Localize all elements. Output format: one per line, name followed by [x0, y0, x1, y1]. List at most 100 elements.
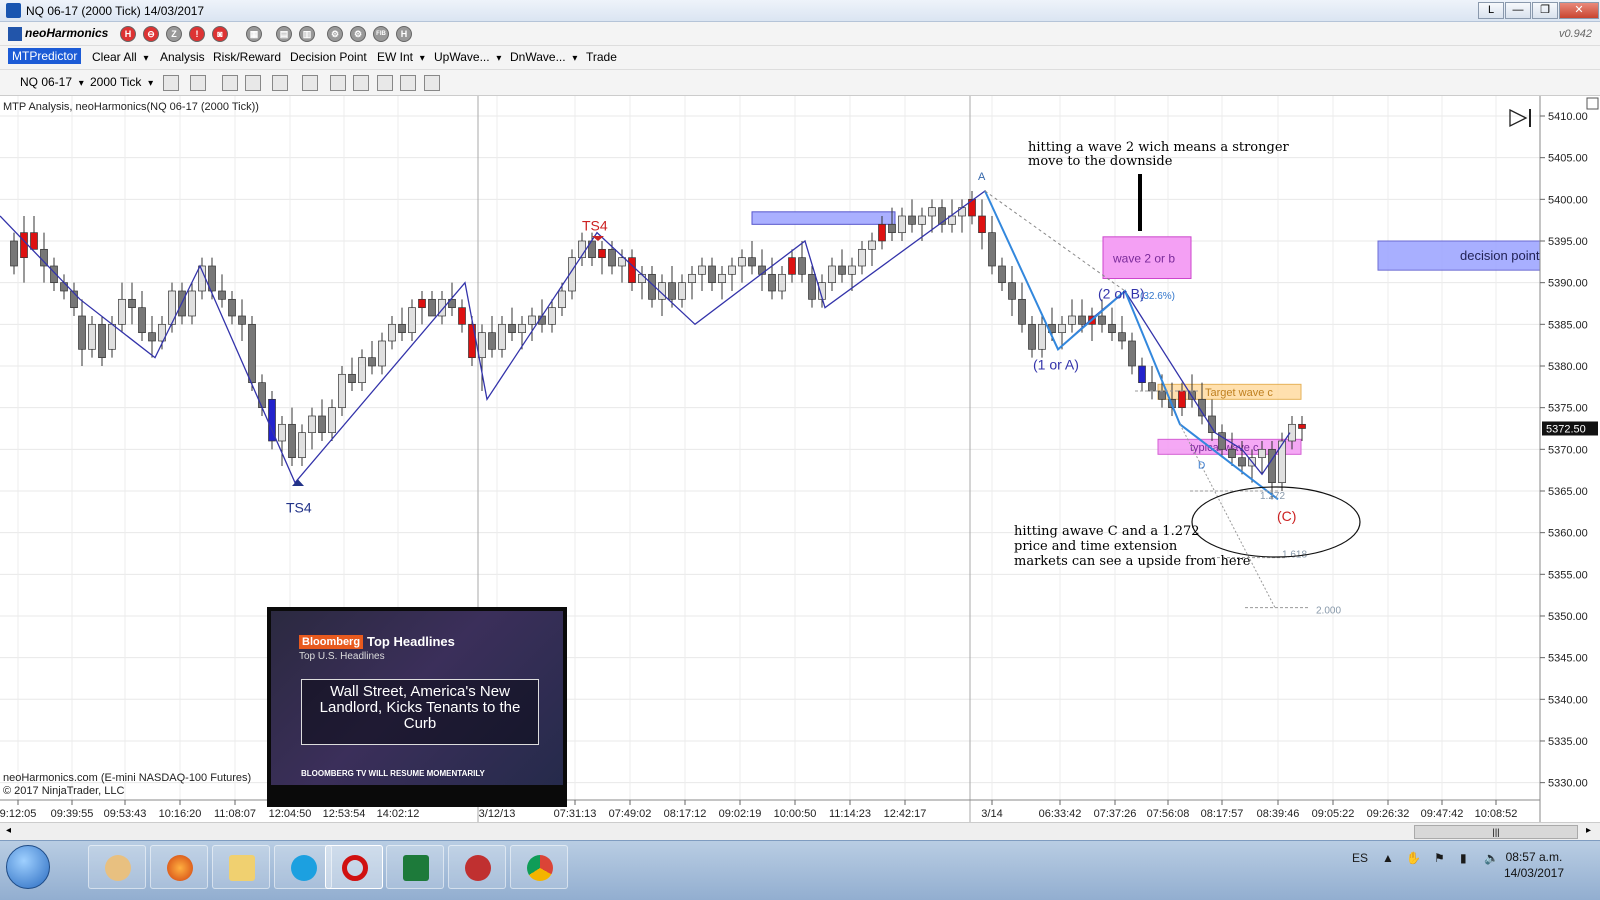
horizontal-scrollbar[interactable]: ◂ ||| ▸ — [0, 822, 1600, 840]
language-indicator[interactable]: ES — [1352, 851, 1368, 865]
system-clock[interactable]: 08:57 a.m. 14/03/2017 — [1504, 849, 1564, 881]
x-tick-label: 07:49:02 — [609, 808, 652, 820]
windows-taskbar: ES ▲ ✋ ⚑ ▮ 🔈 08:57 a.m. 14/03/2017 — [0, 840, 1600, 900]
chart1-icon[interactable]: ▤ — [276, 26, 292, 42]
instrument-selector[interactable]: NQ 06-17 — [20, 75, 84, 89]
news-video-overlay[interactable]: Bloomberg Top Headlines Top U.S. Headlin… — [267, 607, 567, 807]
maximize-button[interactable]: ❐ — [1532, 2, 1558, 19]
dollar-icon[interactable] — [400, 75, 416, 91]
candle-body — [118, 298, 126, 325]
strategies-icon[interactable] — [353, 75, 369, 91]
bar-type-icon[interactable] — [163, 75, 179, 91]
crosshair-icon[interactable] — [222, 75, 238, 91]
chart2-icon[interactable]: ▥ — [299, 26, 315, 42]
network-icon[interactable]: ▮ — [1460, 851, 1467, 865]
menu-analysis[interactable]: Analysis — [160, 50, 205, 64]
y-tick-label: 5345.00 — [1548, 653, 1588, 665]
candle-body — [1028, 323, 1036, 350]
candle-body — [548, 307, 556, 325]
candle-body — [1138, 365, 1146, 384]
annotation-bottom-line3: markets can see a upside from here — [1014, 554, 1251, 569]
close-button[interactable]: ✕ — [1559, 2, 1599, 19]
candle-body — [848, 265, 856, 275]
scroll-right-icon[interactable]: ▸ — [1586, 825, 1591, 836]
candle-body — [258, 382, 266, 409]
menu-decision-point[interactable]: Decision Point — [290, 50, 367, 64]
zoom-icon[interactable] — [302, 75, 318, 91]
z-icon[interactable]: Z — [166, 26, 182, 42]
camera-icon[interactable]: ◙ — [212, 26, 228, 42]
candle-body — [668, 282, 676, 300]
fib-icon[interactable]: FIB — [373, 26, 389, 42]
candle-body — [248, 323, 256, 384]
wave-a-label: A — [978, 171, 986, 183]
hand-app-icon[interactable] — [88, 845, 146, 889]
x-tick-label: 12:42:17 — [884, 808, 927, 820]
tray-app-icon[interactable]: ✋ — [1406, 851, 1421, 865]
price-chart[interactable]: decision point wave 2 or b Target wave c… — [0, 96, 1600, 822]
candle-body — [138, 307, 146, 334]
chart-footer: neoHarmonics.com (E-mini NASDAQ-100 Futu… — [3, 772, 251, 784]
menu-dnwave[interactable]: DnWave... — [510, 50, 577, 64]
y-tick-label: 5340.00 — [1548, 694, 1588, 706]
brand: neoHarmonics — [8, 26, 108, 41]
opera-icon[interactable] — [325, 845, 383, 889]
candle-body — [398, 323, 406, 334]
candle-body — [738, 257, 746, 267]
pointer-icon[interactable] — [272, 75, 288, 91]
eraser-icon[interactable] — [245, 75, 261, 91]
h-red-icon[interactable]: H — [120, 26, 136, 42]
candle-body — [1128, 340, 1136, 367]
skype-icon[interactable] — [274, 845, 332, 889]
firefox-icon[interactable] — [150, 845, 208, 889]
menu-risk-reward[interactable]: Risk/Reward — [213, 50, 281, 64]
start-button[interactable] — [6, 845, 50, 889]
title-bar: NQ 06-17 (2000 Tick) 14/03/2017 L — ❐ ✕ — [0, 0, 1600, 22]
grid-icon[interactable]: ▦ — [246, 26, 262, 42]
indicators-icon[interactable] — [330, 75, 346, 91]
minus-red-icon[interactable]: ⊖ — [143, 26, 159, 42]
menu-upwave[interactable]: UpWave... — [434, 50, 501, 64]
candle-body — [788, 257, 796, 275]
folder-icon[interactable] — [212, 845, 270, 889]
candle-body — [1098, 315, 1106, 325]
exclaim-red-icon[interactable]: ! — [189, 26, 205, 42]
y-tick-label: 5330.00 — [1548, 778, 1588, 790]
chart-options-icon[interactable] — [1586, 97, 1599, 110]
harm-icon[interactable]: ⚙ — [350, 26, 366, 42]
candle-body — [858, 248, 866, 267]
chrome-icon[interactable] — [510, 845, 568, 889]
minimize-button[interactable]: — — [1505, 2, 1531, 19]
volume-icon[interactable]: 🔈 — [1484, 851, 1499, 865]
candle-body — [728, 265, 736, 275]
chart-canvas[interactable]: decision point wave 2 or b Target wave c… — [0, 96, 1600, 822]
interval-selector[interactable]: 2000 Tick — [90, 75, 153, 89]
scroll-left-icon[interactable]: ◂ — [6, 825, 11, 836]
h-gray-icon[interactable]: H — [396, 26, 412, 42]
candle-body — [188, 290, 196, 317]
properties-icon[interactable] — [377, 75, 393, 91]
news-story: Wall Street, America's New Landlord, Kic… — [301, 679, 539, 745]
candle-body — [128, 298, 136, 309]
tray-expand-icon[interactable]: ▲ — [1382, 851, 1394, 865]
action-center-icon[interactable]: ⚑ — [1434, 851, 1445, 865]
menu-clear-all[interactable]: Clear All — [92, 50, 149, 64]
menu-ew-int[interactable]: EW Int — [377, 50, 425, 64]
candle-body — [98, 323, 106, 359]
data-box-icon[interactable] — [424, 75, 440, 91]
pencil-icon[interactable] — [190, 75, 206, 91]
x-tick-label: 09:47:42 — [1421, 808, 1464, 820]
x-tick-label: 11:14:23 — [829, 808, 871, 820]
excel-icon[interactable] — [386, 845, 444, 889]
lock-button[interactable]: L — [1478, 2, 1504, 19]
menu-mtpredictor[interactable]: MTPredictor — [8, 48, 82, 64]
menu-trade[interactable]: Trade — [586, 50, 617, 64]
ts4-top-label: TS4 — [582, 217, 608, 233]
tools-icon[interactable]: ⚙ — [327, 26, 343, 42]
mtp-menu-bar: MTPredictor Clear All Analysis Risk/Rewa… — [0, 46, 1600, 70]
scroll-thumb[interactable]: ||| — [1414, 825, 1578, 839]
ninjatrader-icon[interactable] — [448, 845, 506, 889]
retracement-label: (32.6%) — [1140, 291, 1175, 302]
candle-body — [1268, 448, 1276, 484]
x-tick-label: 12:04:50 — [269, 808, 312, 820]
